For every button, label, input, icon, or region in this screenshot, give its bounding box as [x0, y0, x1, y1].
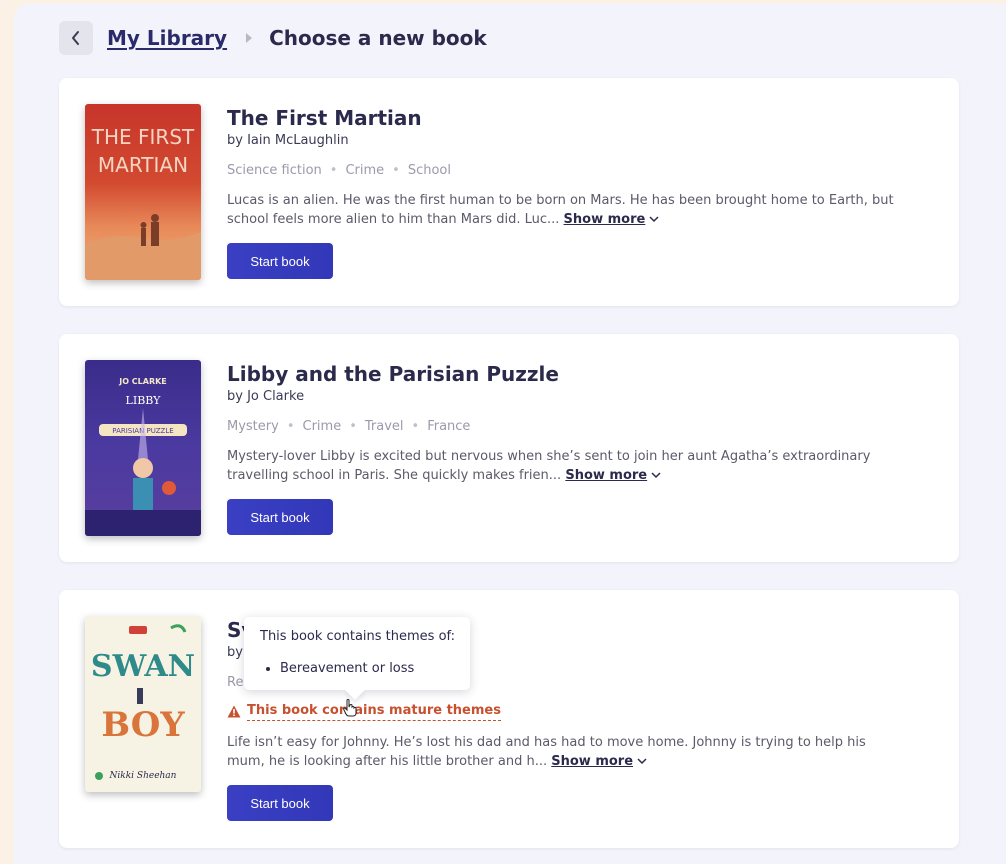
show-more-link[interactable]: Show more [551, 754, 633, 769]
chevron-down-icon[interactable] [637, 757, 647, 765]
show-more-link[interactable]: Show more [565, 468, 647, 483]
chevron-down-icon[interactable] [651, 471, 661, 479]
genre-tag: France [427, 419, 471, 434]
book-cover-swan-boy[interactable]: SWAN BOY Nikki Sheehan [85, 616, 201, 792]
genre-tag: Crime [345, 163, 385, 178]
breadcrumb-my-library-link[interactable]: My Library [107, 26, 227, 50]
start-book-button[interactable]: Start book [227, 499, 333, 535]
cover-title-line-1: LIBBY [126, 394, 162, 407]
chevron-left-icon [72, 31, 79, 45]
mature-themes-link[interactable]: This book contains mature themes [247, 702, 501, 721]
tooltip-list-item: Bereavement or loss [266, 661, 414, 676]
book-description: Lucas is an alien. He was the first huma… [227, 193, 894, 227]
genre-tag: School [407, 163, 451, 178]
book-description: Mystery-lover Libby is excited but nervo… [227, 449, 871, 483]
bullet-icon [266, 666, 270, 671]
cover-title-line-2: BOY [101, 705, 185, 745]
book-author: by Jo Clarke [227, 389, 305, 404]
genre-list: Science fiction • Crime • School [227, 163, 451, 178]
book-description: Life isn’t easy for Johnny. He’s lost hi… [227, 735, 866, 769]
show-more-link[interactable]: Show more [564, 212, 646, 227]
genre-tag: Science fiction [227, 163, 322, 178]
cover-author: JO CLARKE [118, 377, 167, 386]
book-title: Libby and the Parisian Puzzle [227, 362, 559, 386]
back-button[interactable] [59, 21, 93, 55]
genre-tag: Crime [302, 419, 342, 434]
book-card: JO CLARKE LIBBY PARISIAN PUZZLE Libby an… [59, 334, 959, 562]
genre-list: Mystery • Crime • Travel • France [227, 419, 471, 434]
start-book-button[interactable]: Start book [227, 243, 333, 279]
book-cover-libby-and-the-parisian-puzzle[interactable]: JO CLARKE LIBBY PARISIAN PUZZLE [85, 360, 201, 536]
genre-tag: Mystery [227, 419, 279, 434]
book-author: by Iain McLaughlin [227, 133, 349, 148]
cover-title-line-1: SWAN [91, 649, 195, 684]
cover-author: Nikki Sheehan [109, 771, 177, 781]
cover-title-line-2: MARTIAN [98, 153, 188, 177]
genre-tag: Travel [364, 419, 404, 434]
book-title: The First Martian [227, 106, 422, 130]
mature-themes-warning[interactable]: This book contains mature themes [227, 702, 937, 721]
warning-icon [227, 705, 241, 718]
tooltip-title: This book contains themes of: [260, 629, 456, 644]
start-book-button[interactable]: Start book [227, 785, 333, 821]
mature-themes-tooltip: This book contains themes of: Bereavemen… [244, 617, 470, 690]
book-card: THE FIRST MARTIAN The First Martian by I… [59, 78, 959, 306]
book-cover-the-first-martian[interactable]: THE FIRST MARTIAN [85, 104, 201, 280]
hand-pointer-icon [343, 699, 357, 717]
cover-title-line-1: THE FIRST [91, 125, 195, 149]
page-title: Choose a new book [269, 26, 487, 50]
genre-tag-partial: Re [227, 675, 244, 690]
chevron-down-icon[interactable] [649, 215, 659, 223]
breadcrumb: My Library Choose a new book [59, 21, 487, 55]
book-card: SWAN BOY Nikki Sheehan Sv by Re This boo… [59, 590, 959, 848]
caret-right-icon [245, 32, 253, 44]
